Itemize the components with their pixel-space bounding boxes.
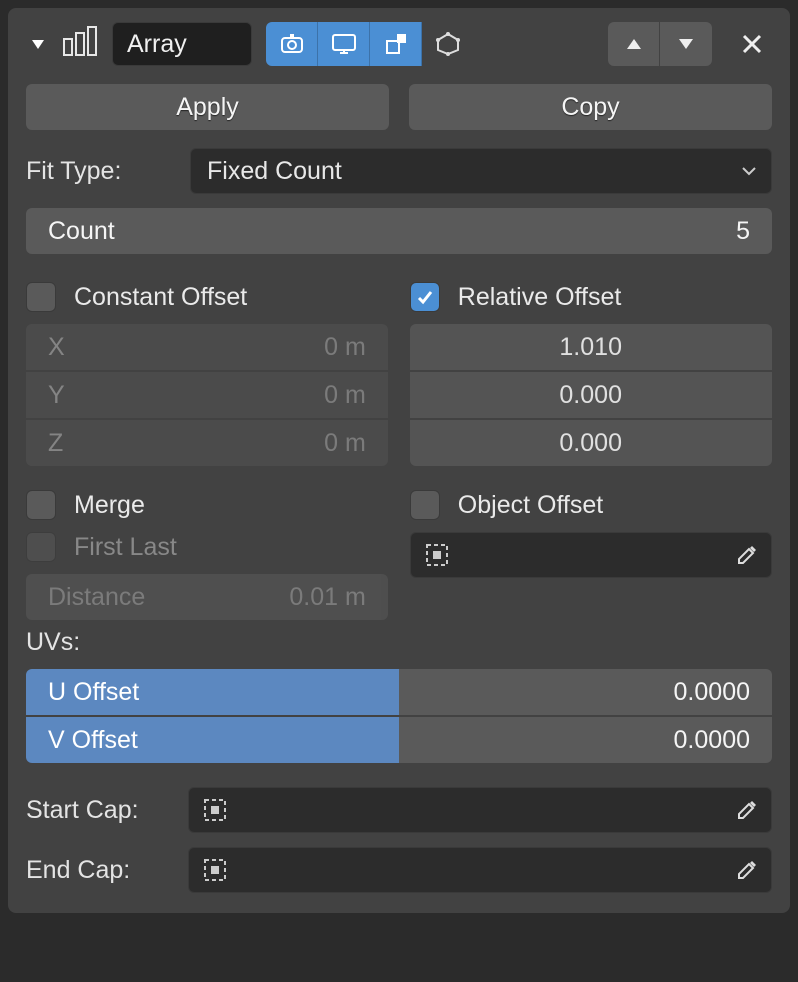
object-offset-checkbox[interactable] bbox=[410, 490, 440, 520]
merge-distance-field[interactable]: Distance 0.01 m bbox=[26, 574, 388, 620]
remove-modifier-button[interactable] bbox=[732, 24, 772, 64]
first-last-label: First Last bbox=[74, 533, 177, 562]
eyedropper-icon[interactable] bbox=[735, 798, 759, 822]
relative-offset-checkbox[interactable] bbox=[410, 282, 440, 312]
merge-label: Merge bbox=[74, 491, 145, 520]
move-down-button[interactable] bbox=[660, 22, 712, 66]
count-label: Count bbox=[48, 217, 115, 246]
count-value: 5 bbox=[736, 217, 750, 246]
eyedropper-icon[interactable] bbox=[735, 543, 759, 567]
array-modifier-panel: Array bbox=[8, 8, 790, 913]
u-offset-field[interactable]: U Offset 0.0000 bbox=[26, 669, 772, 715]
constant-offset-checkbox[interactable] bbox=[26, 282, 56, 312]
relative-offset-label: Relative Offset bbox=[458, 283, 622, 312]
relative-offset-x[interactable]: 1.010 bbox=[410, 324, 772, 370]
edit-mode-toggle[interactable] bbox=[370, 22, 422, 66]
reorder-buttons bbox=[608, 22, 712, 66]
modifier-name-input[interactable]: Array bbox=[112, 22, 252, 66]
render-visibility-toggle[interactable] bbox=[266, 22, 318, 66]
first-last-checkbox[interactable] bbox=[26, 532, 56, 562]
visibility-toggles bbox=[266, 22, 474, 66]
chevron-down-icon bbox=[741, 165, 757, 177]
object-data-icon bbox=[201, 796, 229, 824]
fit-type-dropdown[interactable]: Fixed Count bbox=[190, 148, 772, 194]
merge-checkbox[interactable] bbox=[26, 490, 56, 520]
apply-button[interactable]: Apply bbox=[26, 84, 389, 130]
move-up-button[interactable] bbox=[608, 22, 660, 66]
object-offset-picker[interactable] bbox=[410, 532, 772, 578]
array-modifier-icon bbox=[60, 23, 102, 65]
fit-type-label: Fit Type: bbox=[26, 157, 176, 186]
object-data-icon bbox=[201, 856, 229, 884]
fit-type-value: Fixed Count bbox=[207, 157, 342, 186]
v-offset-field[interactable]: V Offset 0.0000 bbox=[26, 717, 772, 763]
constant-offset-y[interactable]: Y 0 m bbox=[26, 372, 388, 418]
relative-offset-z[interactable]: 0.000 bbox=[410, 420, 772, 466]
end-cap-picker[interactable] bbox=[188, 847, 772, 893]
viewport-visibility-toggle[interactable] bbox=[318, 22, 370, 66]
cage-toggle[interactable] bbox=[422, 22, 474, 66]
expand-toggle[interactable] bbox=[26, 32, 50, 56]
constant-offset-x[interactable]: X 0 m bbox=[26, 324, 388, 370]
object-offset-label: Object Offset bbox=[458, 491, 603, 520]
start-cap-picker[interactable] bbox=[188, 787, 772, 833]
start-cap-label: Start Cap: bbox=[26, 796, 166, 825]
uvs-label: UVs: bbox=[26, 628, 772, 657]
eyedropper-icon[interactable] bbox=[735, 858, 759, 882]
relative-offset-y[interactable]: 0.000 bbox=[410, 372, 772, 418]
constant-offset-label: Constant Offset bbox=[74, 283, 247, 312]
copy-button[interactable]: Copy bbox=[409, 84, 772, 130]
end-cap-label: End Cap: bbox=[26, 856, 166, 885]
object-data-icon bbox=[423, 541, 451, 569]
modifier-header: Array bbox=[26, 22, 772, 66]
constant-offset-z[interactable]: Z 0 m bbox=[26, 420, 388, 466]
count-field[interactable]: Count 5 bbox=[26, 208, 772, 254]
